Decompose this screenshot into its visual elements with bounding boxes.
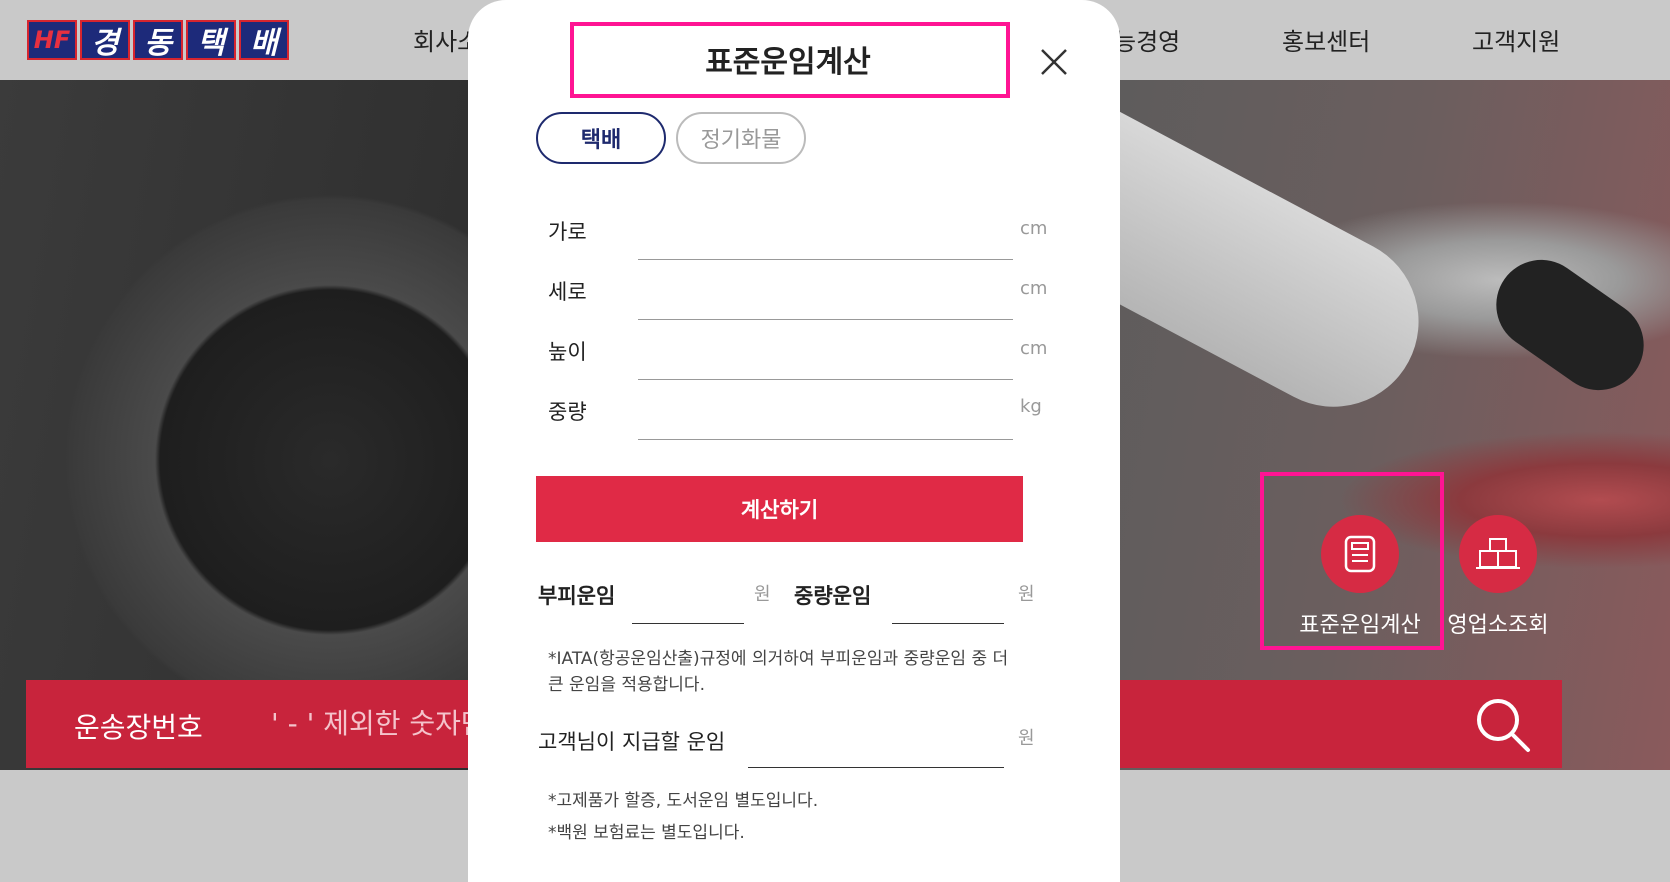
width-label: 가로 <box>548 220 587 244</box>
logo-char: 배 <box>239 20 289 61</box>
calculator-icon <box>1321 515 1399 593</box>
logo-mark: HF <box>27 20 77 60</box>
height-label: 높이 <box>548 340 587 364</box>
tab-parcel[interactable]: 택배 <box>536 112 666 164</box>
weight-label: 중량 <box>548 400 587 424</box>
fare-calculator-modal: 표준운임계산 택배 정기화물 가로 cm 세로 cm 높이 cm 중량 kg 계… <box>468 0 1120 882</box>
length-label: 세로 <box>548 280 587 304</box>
length-unit: cm <box>1020 278 1048 299</box>
width-input[interactable] <box>638 210 1013 260</box>
quick-button-office-search[interactable]: 영업소조회 <box>1428 515 1568 639</box>
tracking-label: 운송장번호 <box>74 711 203 744</box>
quick-button-label: 영업소조회 <box>1447 613 1549 638</box>
quick-button-fare-calc[interactable]: 표준운임계산 <box>1290 515 1430 639</box>
tracking-number-input[interactable] <box>271 698 501 748</box>
logo-char: 동 <box>133 20 183 61</box>
volume-fare-label: 부피운임 <box>538 584 616 608</box>
premium-note: *고제품가 할증, 도서운임 별도입니다. <box>548 791 819 811</box>
calculate-button[interactable]: 계산하기 <box>536 476 1023 542</box>
width-unit: cm <box>1020 218 1048 239</box>
total-fare-label: 고객님이 지급할 운임 <box>538 730 726 754</box>
close-icon <box>1041 49 1067 75</box>
total-fare-unit: 원 <box>1018 728 1035 749</box>
volume-fare-unit: 원 <box>754 584 771 605</box>
close-button[interactable] <box>1036 44 1072 80</box>
nav-item-customer-support[interactable]: 고객지원 <box>1472 22 1560 57</box>
search-button[interactable] <box>1474 696 1532 754</box>
length-input[interactable] <box>638 270 1013 320</box>
insurance-note: *백원 보험료는 별도입니다. <box>548 823 745 843</box>
nav-item-management[interactable]: 능경영 <box>1114 22 1180 57</box>
logo[interactable]: HF 경 동 택 배 <box>27 20 289 61</box>
weight-fare-unit: 원 <box>1018 584 1035 605</box>
logo-char: 경 <box>80 20 130 61</box>
hero-cable-shape <box>1478 242 1662 408</box>
logo-char: 택 <box>186 20 236 61</box>
iata-note: *IATA(항공운임산출)규정에 의거하여 부피운임과 중량운임 중 더 큰 운… <box>548 649 1009 695</box>
weight-input[interactable] <box>638 390 1013 440</box>
modal-title: 표준운임계산 <box>705 45 871 80</box>
height-input[interactable] <box>638 330 1013 380</box>
quick-button-label: 표준운임계산 <box>1299 613 1421 638</box>
nav-item-pr-center[interactable]: 홍보센터 <box>1282 22 1370 57</box>
building-icon <box>1459 515 1537 593</box>
tab-regular-freight[interactable]: 정기화물 <box>676 112 806 164</box>
search-icon <box>1477 699 1530 752</box>
weight-unit: kg <box>1020 396 1042 417</box>
volume-fare-value <box>632 584 744 624</box>
height-unit: cm <box>1020 338 1048 359</box>
weight-fare-label: 중량운임 <box>794 584 872 608</box>
total-fare-value <box>748 728 1004 768</box>
weight-fare-value <box>892 584 1004 624</box>
